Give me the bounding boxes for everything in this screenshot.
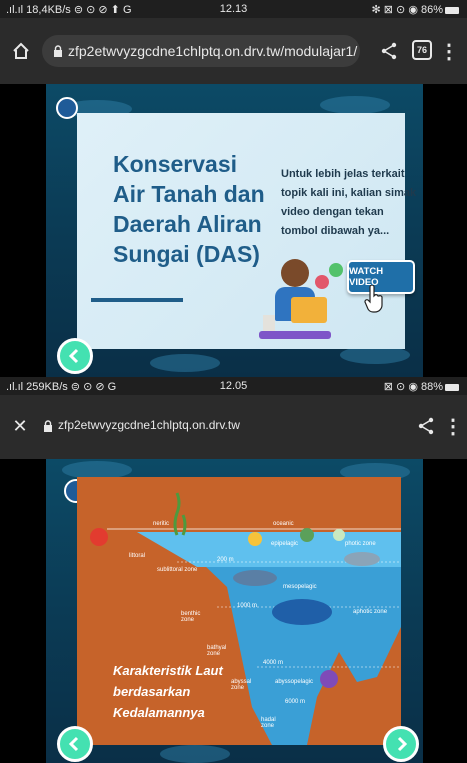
- video-icon: [315, 275, 329, 289]
- share-icon[interactable]: [414, 414, 438, 438]
- play-icon: [329, 263, 343, 277]
- address-bar[interactable]: zfp2etwvyzgcdne1chlptq.on.drv.tw/modulaj…: [42, 35, 360, 67]
- status-right: ✻ ⊠ ⊙ ◉ 86%: [372, 3, 459, 16]
- dolphin-icon: [344, 552, 380, 566]
- status-bar: .ıl.ıl 259KB/s ⊜ ⊙ ⊘ G 12.05 ⊠ ⊙ ◉ 88%: [0, 377, 467, 395]
- more-options-icon[interactable]: ⋮: [443, 414, 463, 438]
- whale-icon: [272, 599, 332, 625]
- page-background: Konservasi Air Tanah dan Daerah Aliran S…: [0, 84, 467, 377]
- hand-cursor-icon: [363, 284, 385, 318]
- label-aphotic: aphotic zone: [353, 609, 388, 615]
- title-underline: [91, 298, 183, 302]
- page-background: neritic oceanic littoral sublittoral zon…: [0, 459, 467, 763]
- label-hadal: hadal zone: [261, 717, 276, 729]
- battery-icon: [445, 383, 459, 391]
- battery-icon: [445, 6, 459, 14]
- label-4000m: 4000 m: [263, 660, 284, 666]
- next-button[interactable]: [383, 726, 419, 762]
- close-icon[interactable]: ✕: [8, 414, 32, 438]
- status-right: ⊠ ⊙ ◉ 88%: [384, 380, 459, 393]
- label-epipelagic: epipelagic: [271, 541, 299, 547]
- jellyfish-icon: [333, 529, 345, 541]
- turtle-icon: [300, 528, 314, 542]
- student-illustration: [259, 253, 331, 345]
- fish-icon: [248, 532, 262, 546]
- anglerfish-icon: [320, 670, 338, 688]
- label-benthic: benthic zone: [181, 611, 201, 623]
- home-button[interactable]: [56, 97, 78, 119]
- slide-card: Konservasi Air Tanah dan Daerah Aliran S…: [77, 113, 416, 349]
- status-bar: .ıl.ıl 18,4KB/s ⊜ ⊙ ⊘ ⬆ G 12.13 ✻ ⊠ ⊙ ◉ …: [0, 0, 467, 18]
- slide-body: Untuk lebih jelas terkait topik kali ini…: [281, 168, 417, 237]
- prev-button[interactable]: [57, 726, 93, 762]
- shark-icon: [233, 570, 277, 586]
- slide-title: Konservasi Air Tanah dan Daerah Aliran S…: [113, 151, 265, 267]
- tab-count: 76: [416, 45, 427, 55]
- url-text[interactable]: zfp2etwvyzgcdne1chlptq.on.drv.tw/modulaj…: [68, 43, 357, 59]
- top-screenshot: .ıl.ıl 18,4KB/s ⊜ ⊙ ⊘ ⬆ G 12.13 ✻ ⊠ ⊙ ◉ …: [0, 0, 467, 377]
- label-neritic: neritic: [153, 521, 170, 527]
- label-6000m: 6000 m: [285, 699, 306, 705]
- label-1000m: 1000 m: [237, 603, 258, 609]
- url-text[interactable]: zfp2etwvyzgcdne1chlptq.on.drv.tw: [58, 418, 240, 432]
- lock-icon: [42, 419, 54, 433]
- prev-button[interactable]: [57, 338, 93, 374]
- home-icon[interactable]: [8, 38, 34, 64]
- tab-switcher-button[interactable]: 76: [412, 40, 432, 60]
- label-photic: photic zone: [345, 541, 376, 547]
- lock-icon: [52, 44, 64, 58]
- more-options-icon[interactable]: ⋮: [439, 38, 459, 64]
- bottom-screenshot: .ıl.ıl 259KB/s ⊜ ⊙ ⊘ G 12.05 ⊠ ⊙ ◉ 88% ✕…: [0, 377, 467, 763]
- label-sublittoral: sublittoral zone: [157, 567, 198, 573]
- label-200m: 200 m: [217, 557, 234, 563]
- share-icon[interactable]: [376, 38, 402, 64]
- label-bathyal: bathyal zone: [207, 645, 227, 657]
- label-mesopelagic: mesopelagic: [283, 584, 317, 590]
- label-oceanic: oceanic: [273, 521, 294, 527]
- crab-icon: [90, 528, 108, 546]
- label-abyssopelagic: abyssopelagic: [275, 679, 314, 685]
- browser-toolbar: ✕ zfp2etwvyzgcdne1chlptq.on.drv.tw ⋮: [0, 395, 467, 459]
- browser-toolbar: zfp2etwvyzgcdne1chlptq.on.drv.tw/modulaj…: [0, 18, 467, 84]
- label-littoral: littoral: [129, 553, 146, 559]
- slide-title: Karakteristik Laut berdasarkan Kedalaman…: [113, 663, 223, 720]
- slide-card: neritic oceanic littoral sublittoral zon…: [77, 477, 401, 745]
